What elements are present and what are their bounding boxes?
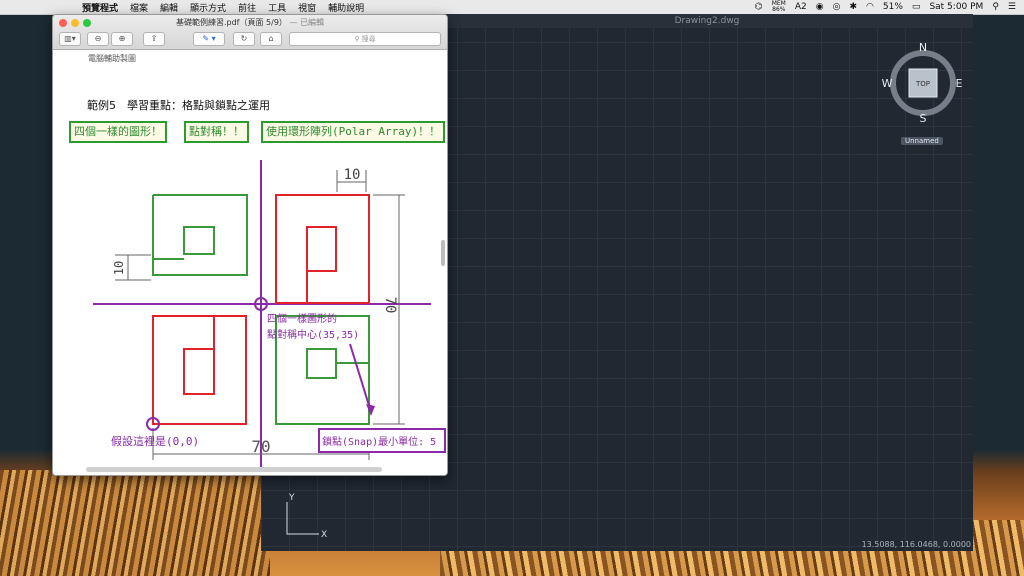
dim-top-label: 10 xyxy=(344,167,361,183)
menu-view[interactable]: 顯示方式 xyxy=(190,1,226,14)
shape-top-left xyxy=(152,194,248,276)
vertical-scrollbar[interactable] xyxy=(441,240,445,266)
wifi-status-icon[interactable]: ⌬ xyxy=(755,2,763,12)
menu-window[interactable]: 視窗 xyxy=(298,1,316,14)
edited-status: — 已編輯 xyxy=(289,18,325,27)
compass-w: W xyxy=(882,77,893,90)
viewcube-compass[interactable]: TOP N S E W xyxy=(882,42,964,124)
spotlight-search-icon[interactable]: ⚲ xyxy=(992,2,999,12)
menu-edit[interactable]: 編輯 xyxy=(160,1,178,14)
search-icon: ⚲ xyxy=(354,35,362,43)
toolbox-button[interactable]: ⌂ xyxy=(260,32,282,46)
note-symmetry-line2: 點對稱中心(35,35) xyxy=(267,328,359,341)
dim-right-label: 70 xyxy=(382,297,398,314)
battery-status[interactable]: 51% xyxy=(883,2,903,12)
ucs-y-label: Y xyxy=(288,493,295,503)
menu-help[interactable]: 輔助說明 xyxy=(328,1,364,14)
compass-e: E xyxy=(956,77,963,90)
sidebar-toggle-button[interactable]: ▥▾ xyxy=(59,32,81,46)
search-field[interactable]: ⚲ 搜尋 xyxy=(289,32,441,46)
rotate-button[interactable]: ↻ xyxy=(233,32,255,46)
memory-value: 86% xyxy=(772,6,786,13)
record-icon[interactable]: ◎ xyxy=(833,2,841,12)
ucs-x-label: X xyxy=(321,530,327,540)
markup-pen-button[interactable]: ✎ ▾ xyxy=(193,32,225,46)
clock[interactable]: Sat 5:00 PM xyxy=(929,2,983,12)
memory-status[interactable]: MEM 86% xyxy=(772,1,786,13)
document-title: 基礎範例練習.pdf（頁面 5/9） — 已編輯 xyxy=(53,17,447,28)
pdf-page[interactable]: 電腦輔助製圖 範例5 學習重點：格點與鎖點之運用 四個一樣的圖形！ 點對稱！！ … xyxy=(53,50,447,475)
ucs-axis-icon: Y X xyxy=(286,493,327,540)
menu-app[interactable]: 預覽程式 xyxy=(82,1,118,14)
shape-bottom-left xyxy=(152,315,247,425)
menu-go[interactable]: 前往 xyxy=(238,1,256,14)
adobe-status[interactable]: A2 xyxy=(795,2,807,12)
shape-top-right xyxy=(275,194,370,304)
ucs-dropdown[interactable]: Unnamed xyxy=(901,137,943,145)
coordinate-readout: 13.5088, 116.0468, 0.0000 xyxy=(861,540,971,549)
adobe-count: 2 xyxy=(801,2,807,12)
battery-icon: ▭ xyxy=(911,2,921,12)
notification-center-icon[interactable]: ☰ xyxy=(1008,2,1016,12)
bluetooth-icon[interactable]: ✱ xyxy=(850,2,858,12)
dim-bottom-label: 70 xyxy=(251,437,270,456)
horizontal-scrollbar[interactable] xyxy=(86,467,382,472)
search-placeholder: 搜尋 xyxy=(361,35,376,43)
zoom-out-button[interactable]: ⊖ xyxy=(87,32,109,46)
compass-top: TOP xyxy=(915,80,930,88)
note-arrowhead xyxy=(366,404,375,416)
share-button[interactable]: ⇪ xyxy=(143,32,165,46)
preview-titlebar: 基礎範例練習.pdf（頁面 5/9） — 已編輯 ▥▾ ⊖ ⊕ ⇪ ✎ ▾ ↻ … xyxy=(53,15,447,50)
dim-left-label: 10 xyxy=(112,261,126,275)
note-snap: 鎖點(Snap)最小單位: 5 xyxy=(322,435,436,448)
sync-icon[interactable]: ◉ xyxy=(816,2,824,12)
note-origin: 假設這裡是(0,0) xyxy=(111,434,199,448)
zoom-in-button[interactable]: ⊕ xyxy=(111,32,133,46)
compass-s: S xyxy=(920,112,927,124)
menu-tools[interactable]: 工具 xyxy=(268,1,286,14)
autocad-title: Drawing2.dwg xyxy=(674,16,740,26)
wifi-icon[interactable]: ◠ xyxy=(866,2,874,12)
note-symmetry-line1: 四個一樣圖形的 xyxy=(267,312,337,325)
cad-example-drawing: 10 10 70 70 四個一樣圖形的 點對稱中心(35,35) 假設這裡是(0… xyxy=(93,160,446,468)
mac-menubar: 預覽程式 檔案 編輯 顯示方式 前往 工具 視窗 輔助說明 ⌬ MEM 86% A… xyxy=(0,0,1024,15)
compass-n: N xyxy=(919,42,927,54)
wallpaper-lion-mane xyxy=(0,470,270,576)
menu-file[interactable]: 檔案 xyxy=(130,1,148,14)
preview-window: 基礎範例練習.pdf（頁面 5/9） — 已編輯 ▥▾ ⊖ ⊕ ⇪ ✎ ▾ ↻ … xyxy=(52,14,448,476)
note-arrow xyxy=(349,343,372,413)
document-name: 基礎範例練習.pdf（頁面 5/9） xyxy=(175,18,287,27)
